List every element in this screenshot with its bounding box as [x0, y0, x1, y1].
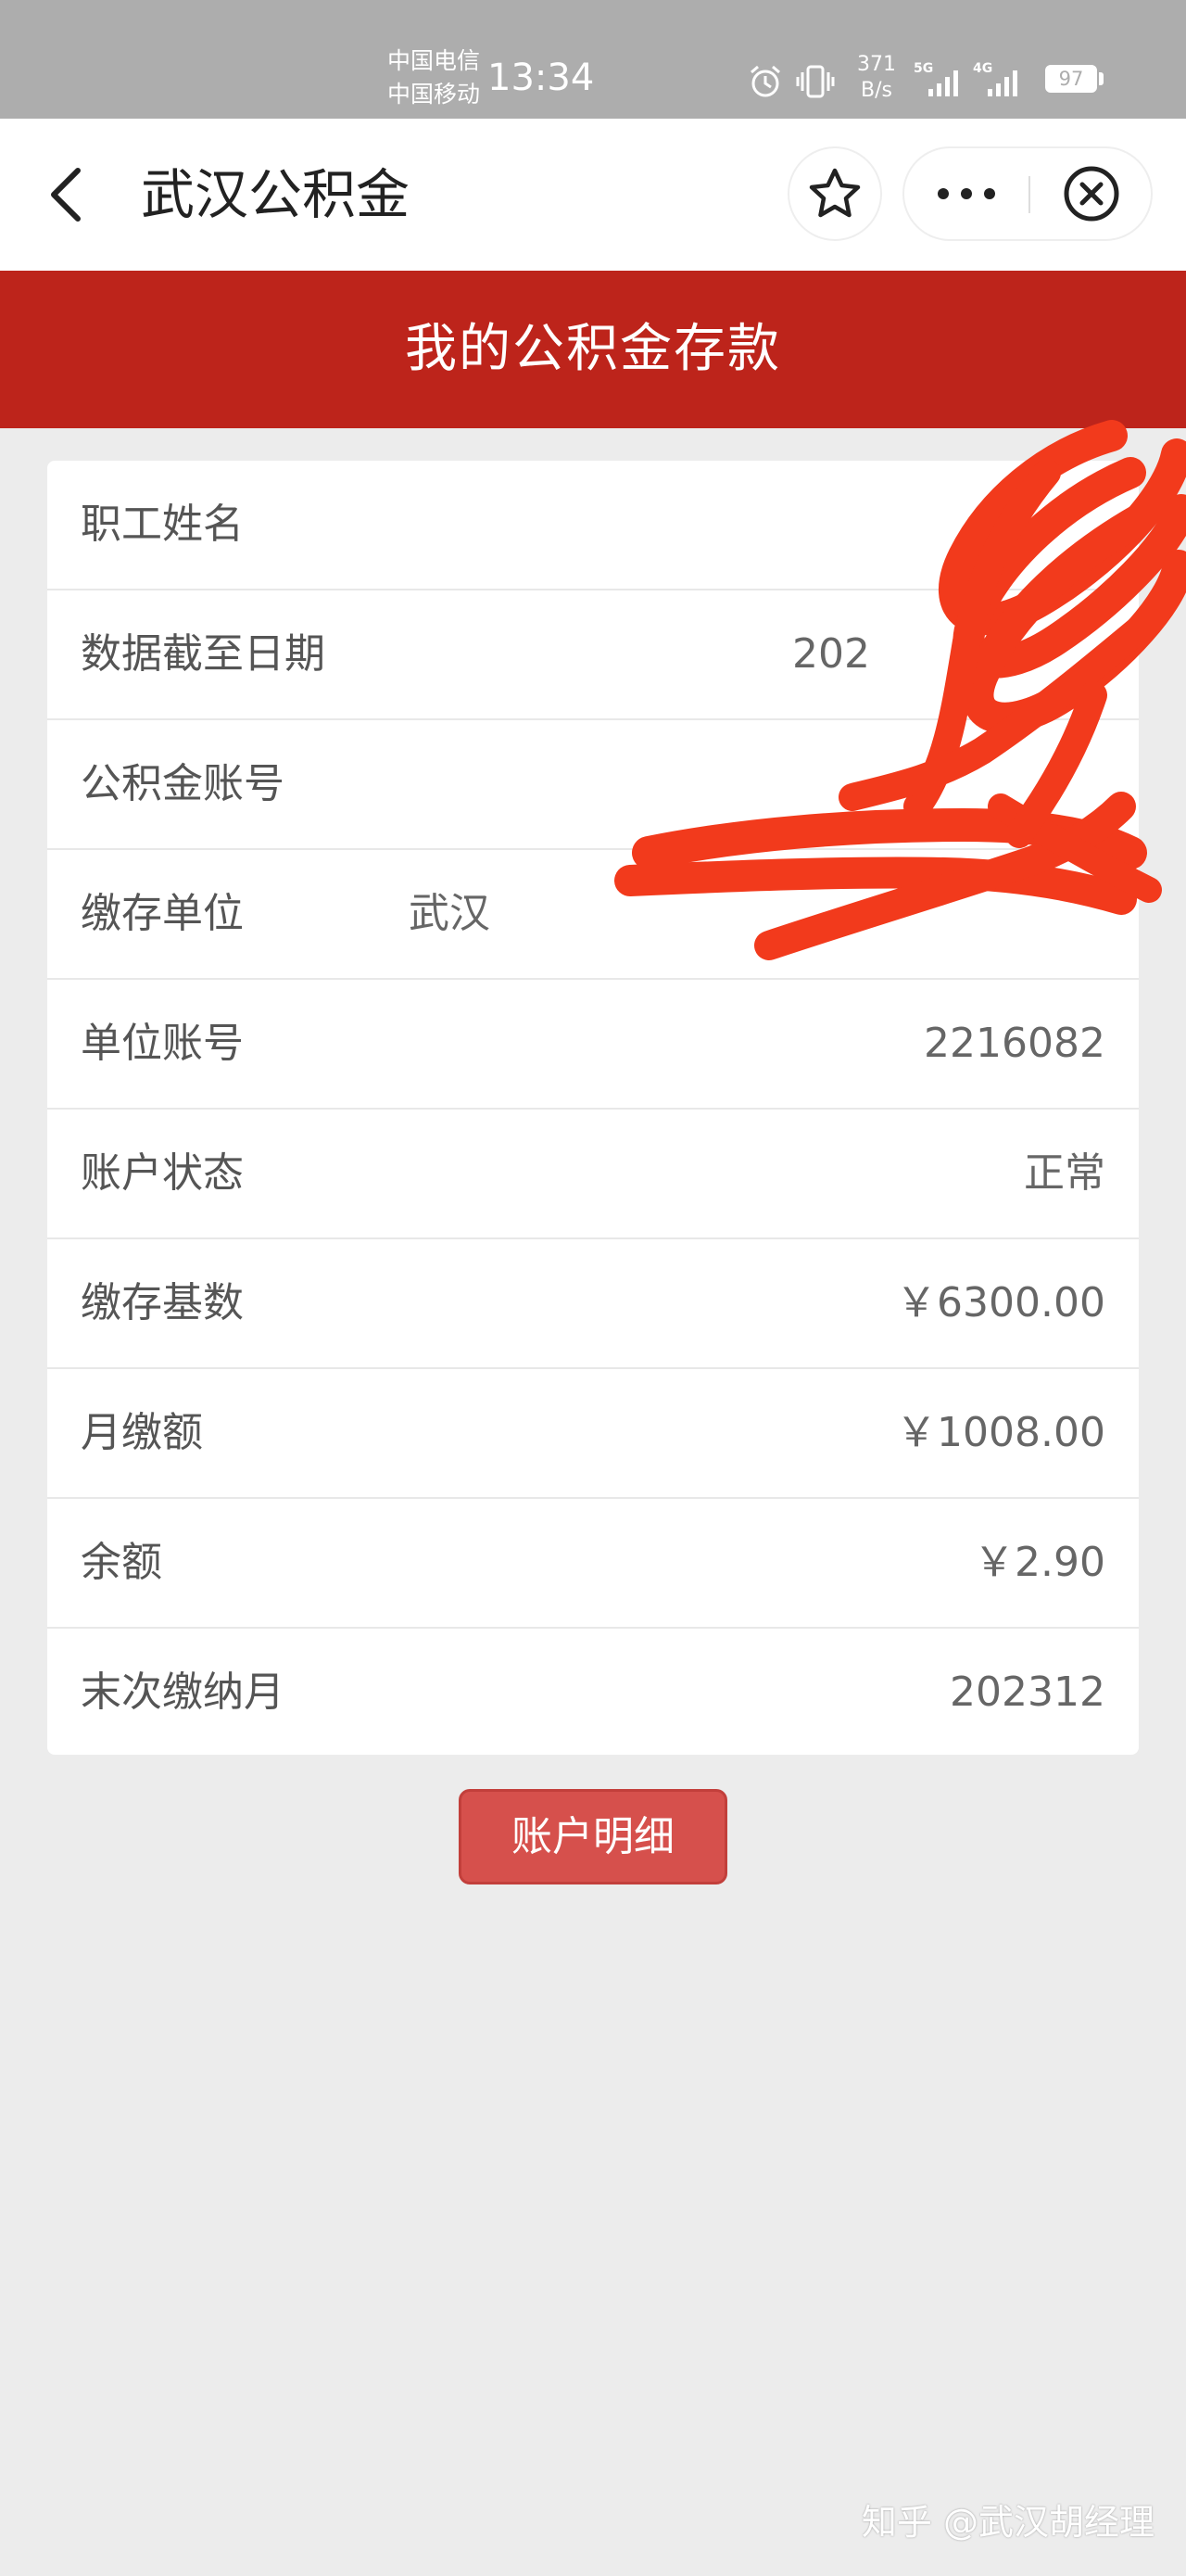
info-row-employee-name: 职工姓名 [47, 461, 1139, 590]
nav-title: 武汉公积金 [141, 163, 410, 226]
page-header: 我的公积金存款 [0, 271, 1186, 428]
info-row-employer-account: 单位账号 2216082 [47, 980, 1139, 1110]
row-value: 202 [792, 630, 870, 678]
carrier-names: 中国电信 中国移动 [387, 44, 480, 111]
info-row-balance: 余额 ￥2.90 [47, 1499, 1139, 1629]
close-circle-icon [1064, 166, 1119, 222]
page-title: 我的公积金存款 [405, 319, 781, 379]
battery-tip [1099, 72, 1104, 85]
row-value: ￥1008.00 [896, 1409, 1105, 1456]
row-value: 武汉 [409, 890, 490, 937]
row-value: 2216082 [924, 1020, 1105, 1067]
signal-icon [928, 70, 958, 96]
info-row-fund-account: 公积金账号 [47, 720, 1139, 850]
status-time: 13:34 [487, 57, 595, 99]
row-label: 缴存基数 [81, 1279, 244, 1326]
close-button[interactable] [1030, 148, 1153, 239]
favorite-button[interactable] [788, 146, 882, 241]
alarm-icon [751, 65, 780, 97]
info-row-monthly-contribution: 月缴额 ￥1008.00 [47, 1369, 1139, 1499]
app-screen: 中国电信 中国移动 13:34 371 B/s 5G 4G 97 武汉公积金 我… [0, 0, 1186, 2576]
row-value: 正常 [1024, 1149, 1105, 1197]
row-label: 职工姓名 [81, 501, 244, 548]
row-label: 月缴额 [81, 1409, 203, 1456]
row-label: 末次缴纳月 [81, 1669, 284, 1716]
signal-icon-2 [988, 70, 1017, 96]
back-arrow-icon [51, 168, 81, 222]
row-label: 数据截至日期 [81, 630, 325, 678]
vibrate-icon [796, 65, 835, 98]
row-value: 202312 [950, 1669, 1105, 1716]
info-row-last-payment-month: 末次缴纳月 202312 [47, 1629, 1139, 1755]
info-row-account-status: 账户状态 正常 [47, 1110, 1139, 1239]
info-row-contribution-base: 缴存基数 ￥6300.00 [47, 1239, 1139, 1369]
star-icon [809, 168, 861, 218]
row-label: 账户状态 [81, 1149, 244, 1197]
row-label: 公积金账号 [81, 760, 284, 807]
watermark-text: 知乎 @武汉胡经理 [861, 2502, 1154, 2543]
row-label: 余额 [81, 1539, 162, 1586]
status-bar: 中国电信 中国移动 13:34 371 B/s 5G 4G 97 [0, 0, 1186, 119]
row-label: 单位账号 [81, 1020, 244, 1067]
back-button[interactable] [41, 165, 96, 224]
account-detail-button[interactable]: 账户明细 [459, 1789, 727, 1884]
menu-capsule [902, 146, 1153, 241]
info-row-data-date: 数据截至日期 202 [47, 590, 1139, 720]
mini-program-nav-bar: 武汉公积金 [0, 119, 1186, 271]
battery-icon: 97 [1045, 65, 1097, 93]
network-speed: 371 B/s [849, 52, 904, 104]
more-dots-icon [938, 188, 995, 199]
more-button[interactable] [904, 148, 1028, 239]
speed-unit: B/s [861, 79, 892, 102]
carrier-secondary: 中国移动 [387, 81, 481, 108]
row-label: 缴存单位 [81, 890, 244, 937]
carrier-primary: 中国电信 [387, 47, 481, 74]
row-value: ￥6300.00 [896, 1279, 1105, 1326]
account-info-card: 职工姓名 数据截至日期 202 公积金账号 缴存单位 武汉 单位账号 22160… [47, 461, 1139, 1755]
row-value: ￥2.90 [974, 1539, 1105, 1586]
speed-value: 371 [857, 53, 896, 76]
info-row-employer: 缴存单位 武汉 [47, 850, 1139, 980]
